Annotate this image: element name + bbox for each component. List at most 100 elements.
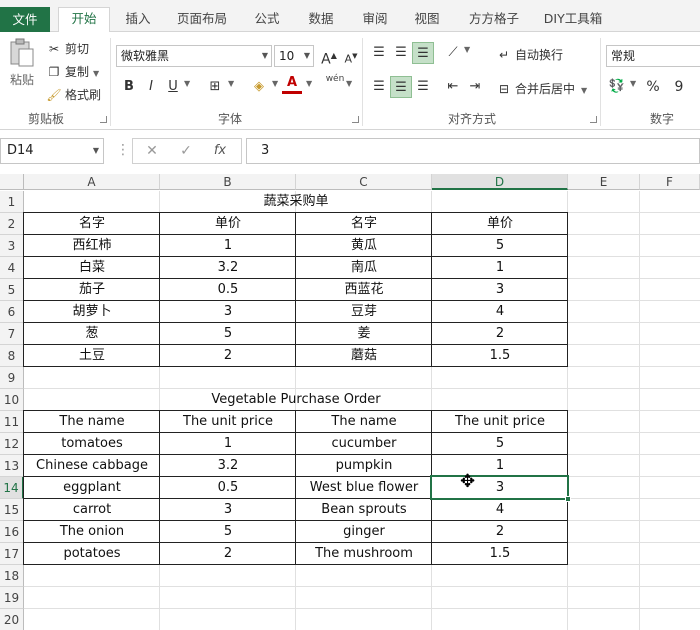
row-header-14[interactable]: 14 <box>0 477 24 499</box>
orientation-button[interactable]: ⟋ <box>442 42 464 64</box>
column-header-a[interactable]: A <box>24 174 160 190</box>
font-size-combo[interactable]: 10 ▼ <box>274 45 314 67</box>
table-cell[interactable]: 5 <box>432 433 568 455</box>
table-cell[interactable]: tomatoes <box>24 433 160 455</box>
table-cell[interactable]: Chinese cabbage <box>24 455 160 477</box>
table-title[interactable]: 蔬菜采购单 <box>24 191 568 213</box>
row-header-12[interactable]: 12 <box>0 433 24 455</box>
table-cell[interactable]: 蘑菇 <box>296 345 432 367</box>
tab-insert[interactable]: 插入 <box>116 8 160 32</box>
table-header-cell[interactable]: 单价 <box>160 213 296 235</box>
table-cell[interactable]: 5 <box>160 323 296 345</box>
table-cell[interactable]: 1.5 <box>432 345 568 367</box>
table-cell[interactable]: cucumber <box>296 433 432 455</box>
chevron-down-icon[interactable]: ▼ <box>184 79 190 88</box>
table-cell[interactable]: 南瓜 <box>296 257 432 279</box>
chevron-down-icon[interactable]: ▼ <box>306 79 312 88</box>
tab-view[interactable]: 视图 <box>404 8 450 32</box>
table-cell[interactable]: 胡萝卜 <box>24 301 160 323</box>
grow-font-button[interactable]: A▲ <box>318 45 340 68</box>
chevron-down-icon[interactable]: ▼ <box>228 79 234 88</box>
font-color-button[interactable]: A <box>282 74 302 94</box>
table-cell[interactable]: potatoes <box>24 543 160 565</box>
table-cell[interactable]: 0.5 <box>160 477 296 499</box>
row-header-18[interactable]: 18 <box>0 565 24 587</box>
row-header-9[interactable]: 9 <box>0 367 24 389</box>
clipboard-launcher-icon[interactable] <box>100 116 107 123</box>
table-header-cell[interactable]: 名字 <box>296 213 432 235</box>
row-header-17[interactable]: 17 <box>0 543 24 565</box>
table-cell[interactable]: ginger <box>296 521 432 543</box>
format-painter-button[interactable]: 🖌 格式刷 <box>46 86 101 103</box>
table-cell[interactable]: 豆芽 <box>296 301 432 323</box>
chevron-down-icon[interactable]: ▼ <box>346 79 352 88</box>
tab-data[interactable]: 数据 <box>298 8 344 32</box>
alignment-launcher-icon[interactable] <box>590 116 597 123</box>
table-header-cell[interactable]: 单价 <box>432 213 568 235</box>
row-header-7[interactable]: 7 <box>0 323 24 345</box>
underline-button[interactable]: U <box>162 76 184 98</box>
tab-formulas[interactable]: 公式 <box>244 8 290 32</box>
fill-color-button[interactable]: ◈ <box>248 76 270 98</box>
number-format-combo[interactable]: 常规 <box>606 45 700 67</box>
row-header-1[interactable]: 1 <box>0 191 24 213</box>
column-header-c[interactable]: C <box>296 174 432 190</box>
table-cell[interactable]: 1 <box>160 433 296 455</box>
table-cell[interactable]: 3.2 <box>160 257 296 279</box>
row-header-10[interactable]: 10 <box>0 389 24 411</box>
table-header-cell[interactable]: The name <box>296 411 432 433</box>
row-header-13[interactable]: 13 <box>0 455 24 477</box>
chevron-down-icon[interactable]: ▼ <box>630 79 636 88</box>
align-bottom-button[interactable]: ☰ <box>412 42 434 64</box>
table-title[interactable]: Vegetable Purchase Order <box>24 389 568 411</box>
column-header-d[interactable]: D <box>432 174 568 190</box>
font-name-combo[interactable]: 微软雅黑 ▼ <box>116 45 272 67</box>
row-header-11[interactable]: 11 <box>0 411 24 433</box>
column-header-b[interactable]: B <box>160 174 296 190</box>
table-cell[interactable]: 黄瓜 <box>296 235 432 257</box>
shrink-font-button[interactable]: A▼ <box>340 45 362 67</box>
align-top-button[interactable]: ☰ <box>368 42 390 64</box>
table-cell[interactable]: 3 <box>160 301 296 323</box>
italic-button[interactable]: I <box>140 76 162 98</box>
wrap-text-button[interactable]: ↵ 自动换行 <box>496 46 563 63</box>
drag-handle-icon[interactable]: ⋮ <box>116 142 130 158</box>
copy-button[interactable]: ❐ 复制 ▼ <box>46 63 100 80</box>
table-cell[interactable]: West blue flower <box>296 477 432 499</box>
tab-diy-toolbox[interactable]: DIY工具箱 <box>540 8 606 32</box>
row-header-2[interactable]: 2 <box>0 213 24 235</box>
table-cell[interactable]: 4 <box>432 499 568 521</box>
chevron-down-icon[interactable]: ▼ <box>464 45 470 54</box>
align-center-button[interactable]: ☰ <box>390 76 412 98</box>
align-middle-button[interactable]: ☰ <box>390 42 412 64</box>
table-header-cell[interactable]: The name <box>24 411 160 433</box>
table-cell[interactable]: 土豆 <box>24 345 160 367</box>
table-cell[interactable]: 0.5 <box>160 279 296 301</box>
table-cell[interactable]: 3.2 <box>160 455 296 477</box>
table-cell[interactable]: Bean sprouts <box>296 499 432 521</box>
name-box[interactable]: D14 ▼ <box>0 138 104 164</box>
formula-input[interactable]: 3 <box>246 138 700 164</box>
table-cell[interactable]: 葱 <box>24 323 160 345</box>
spreadsheet-grid[interactable]: ABCDEF 123456789101112131415161718192021… <box>0 174 700 630</box>
insert-function-icon[interactable]: fx <box>205 139 235 163</box>
cancel-icon[interactable]: ✕ <box>137 139 167 163</box>
table-cell[interactable]: 3 <box>432 279 568 301</box>
phonetic-button[interactable]: wén <box>324 72 346 94</box>
table-cell[interactable]: 4 <box>432 301 568 323</box>
table-cell[interactable]: 5 <box>432 235 568 257</box>
cut-button[interactable]: ✂ 剪切 <box>46 40 89 57</box>
table-cell[interactable]: The onion <box>24 521 160 543</box>
align-right-button[interactable]: ☰ <box>412 76 434 98</box>
merge-center-button[interactable]: ⊟ 合并后居中 ▼ <box>496 80 587 97</box>
column-header-f[interactable]: F <box>640 174 700 190</box>
table-cell[interactable]: 2 <box>160 345 296 367</box>
table-cell[interactable]: carrot <box>24 499 160 521</box>
table-cell[interactable]: pumpkin <box>296 455 432 477</box>
table-cell[interactable]: 2 <box>432 323 568 345</box>
increase-indent-button[interactable]: ⇥ <box>464 76 486 98</box>
table-cell[interactable]: 3 <box>160 499 296 521</box>
comma-style-button[interactable]: 9 <box>668 76 690 98</box>
row-header-20[interactable]: 20 <box>0 609 24 630</box>
table-cell[interactable]: 茄子 <box>24 279 160 301</box>
